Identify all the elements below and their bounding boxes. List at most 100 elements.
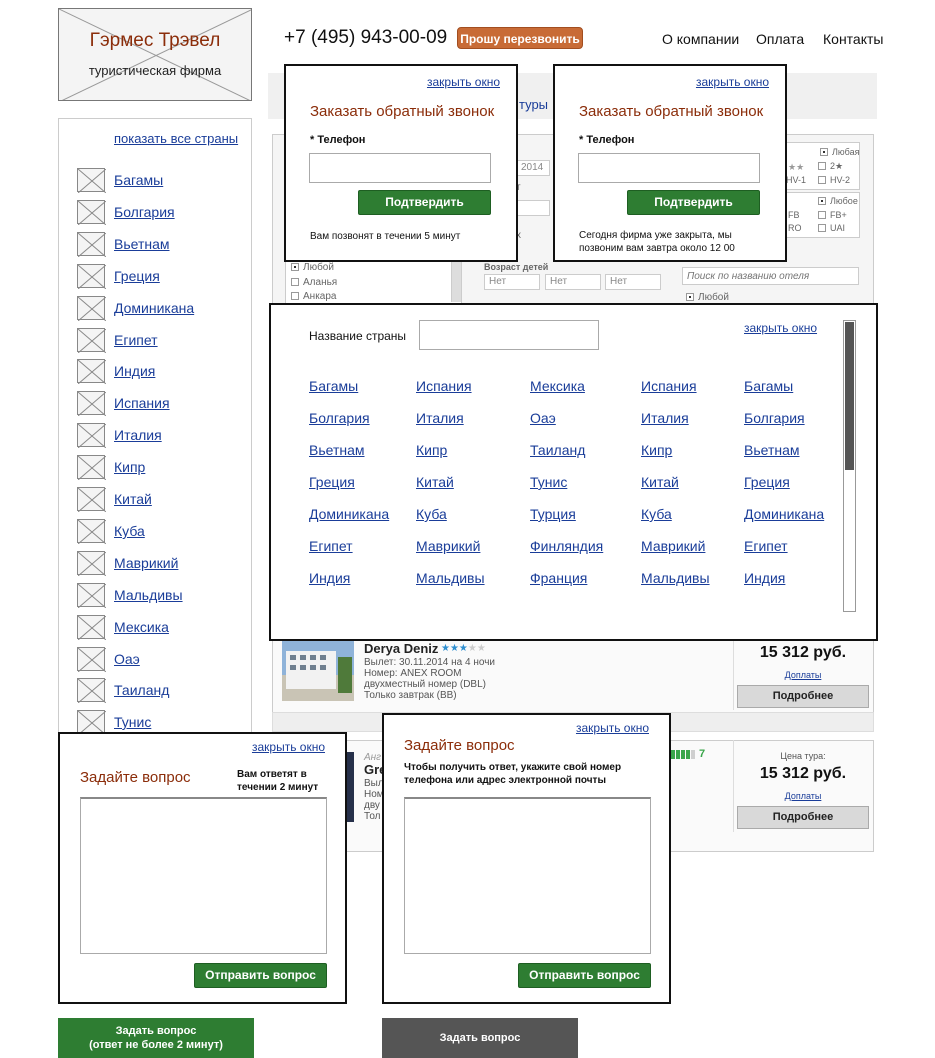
countries-grid-link[interactable]: Доминикана — [744, 506, 824, 522]
countries-grid-link[interactable]: Китай — [641, 474, 679, 490]
country-name-input[interactable] — [419, 320, 599, 350]
resort-ankara-checkbox[interactable] — [291, 292, 299, 300]
hotel-1-extras-link[interactable]: Доплаты — [737, 670, 869, 680]
sidebar-country-link[interactable]: Италия — [114, 427, 162, 443]
countries-grid-link[interactable]: Вьетнам — [309, 442, 365, 458]
callback-popup-closed-phone-input[interactable] — [578, 153, 760, 183]
question-popup-2-message-input[interactable] — [404, 797, 651, 954]
sidebar-country-link[interactable]: Оаэ — [114, 651, 140, 667]
stars-2-checkbox[interactable] — [818, 162, 826, 170]
meals-uai-checkbox[interactable] — [818, 224, 826, 232]
question-popup-1-message-input[interactable] — [80, 797, 327, 954]
input-fragment-2[interactable] — [516, 200, 550, 216]
logo[interactable]: Гэрмес Трэвел туристическая фирма — [58, 8, 252, 101]
child-age-2-select[interactable]: Нет — [545, 274, 601, 290]
sidebar-country-link[interactable]: Индия — [114, 363, 155, 379]
stars-hv2-checkbox[interactable] — [818, 176, 826, 184]
callback-popup-open-close-link[interactable]: закрыть окно — [427, 75, 500, 89]
tab-tours-fragment[interactable]: туры — [519, 97, 548, 112]
countries-grid-link[interactable]: Египет — [744, 538, 788, 554]
countries-grid-link[interactable]: Финляндия — [530, 538, 603, 554]
countries-grid-link[interactable]: Болгария — [744, 410, 805, 426]
countries-grid-link[interactable]: Кипр — [641, 442, 672, 458]
countries-grid-link[interactable]: Мексика — [530, 378, 585, 394]
hotel-2-extras-link[interactable]: Доплаты — [737, 791, 869, 801]
question-popup-2-send-button[interactable]: Отправить вопрос — [518, 963, 651, 988]
countries-grid-link[interactable]: Китай — [416, 474, 454, 490]
sidebar-country-link[interactable]: Мексика — [114, 619, 169, 635]
countries-grid-link[interactable]: Багамы — [744, 378, 793, 394]
stars-any-checkbox[interactable] — [820, 148, 828, 156]
countries-grid-link[interactable]: Индия — [309, 570, 350, 586]
child-age-1-select[interactable]: Нет — [484, 274, 540, 290]
meals-any-option[interactable]: Любое — [818, 196, 858, 206]
countries-grid-link[interactable]: Багамы — [309, 378, 358, 394]
sidebar-country-link[interactable]: Куба — [114, 523, 145, 539]
countries-grid-link[interactable]: Маврикий — [641, 538, 705, 554]
sidebar-country-link[interactable]: Таиланд — [114, 682, 169, 698]
resort-any-option[interactable]: Любой — [291, 262, 334, 273]
countries-grid-link[interactable]: Кипр — [416, 442, 447, 458]
callback-popup-closed-confirm-button[interactable]: Подтвердить — [627, 190, 760, 215]
countries-grid-link[interactable]: Доминикана — [309, 506, 389, 522]
countries-grid-link[interactable]: Маврикий — [416, 538, 480, 554]
resort-alanya-checkbox[interactable] — [291, 278, 299, 286]
hotel-search-input[interactable] — [682, 267, 859, 285]
sidebar-country-link[interactable]: Маврикий — [114, 555, 178, 571]
hotel-1-name[interactable]: Derya Deniz — [364, 641, 438, 656]
meals-fbplus-option[interactable]: FB+ — [818, 210, 847, 220]
countries-grid-link[interactable]: Тунис — [530, 474, 567, 490]
question-popup-2-close-link[interactable]: закрыть окно — [576, 721, 649, 735]
callback-popup-open-confirm-button[interactable]: Подтвердить — [358, 190, 491, 215]
countries-grid-link[interactable]: Греция — [744, 474, 790, 490]
hotel-1-details-button[interactable]: Подробнее — [737, 685, 869, 708]
ask-question-fast-button[interactable]: Задать вопрос (ответ не более 2 минут) — [58, 1018, 254, 1058]
sidebar-country-link[interactable]: Китай — [114, 491, 152, 507]
stars-any-option[interactable]: Любая — [820, 147, 859, 157]
resort-list-scrollbar[interactable] — [451, 262, 461, 302]
ask-question-button[interactable]: Задать вопрос — [382, 1018, 578, 1058]
sidebar-country-link[interactable]: Тунис — [114, 714, 151, 730]
sidebar-country-link[interactable]: Вьетнам — [114, 236, 170, 252]
countries-grid-link[interactable]: Италия — [416, 410, 464, 426]
callback-popup-closed-close-link[interactable]: закрыть окно — [696, 75, 769, 89]
countries-popup-close-link[interactable]: закрыть окно — [744, 321, 817, 335]
hotel-any-checkbox[interactable] — [686, 293, 694, 301]
nav-about[interactable]: О компании — [662, 31, 739, 47]
hotel-2-details-button[interactable]: Подробнее — [737, 806, 869, 829]
meals-any-checkbox[interactable] — [818, 197, 826, 205]
countries-grid-link[interactable]: Испания — [416, 378, 472, 394]
resort-any-checkbox[interactable] — [291, 263, 299, 271]
countries-grid-link[interactable]: Оаэ — [530, 410, 556, 426]
sidebar-country-link[interactable]: Испания — [114, 395, 170, 411]
countries-grid-link[interactable]: Египет — [309, 538, 353, 554]
sidebar-country-link[interactable]: Болгария — [114, 204, 175, 220]
countries-grid-link[interactable]: Таиланд — [530, 442, 585, 458]
hotel-2-photo-fragment[interactable] — [346, 752, 354, 822]
callback-request-button[interactable]: Прошу перезвонить — [457, 27, 583, 49]
countries-grid-link[interactable]: Италия — [641, 410, 689, 426]
resort-ankara-option[interactable]: Анкара — [291, 291, 336, 302]
hotel-1-photo[interactable] — [282, 641, 354, 701]
callback-popup-open-phone-input[interactable] — [309, 153, 491, 183]
question-popup-1-send-button[interactable]: Отправить вопрос — [194, 963, 327, 988]
show-all-countries-link[interactable]: показать все страны — [114, 131, 238, 146]
countries-grid-link[interactable]: Греция — [309, 474, 355, 490]
hotel-any-option[interactable]: Любой — [686, 292, 729, 303]
countries-grid-link[interactable]: Вьетнам — [744, 442, 800, 458]
countries-grid-link[interactable]: Куба — [416, 506, 447, 522]
nav-payment[interactable]: Оплата — [756, 31, 804, 47]
sidebar-country-link[interactable]: Багамы — [114, 172, 163, 188]
resort-alanya-option[interactable]: Аланья — [291, 277, 337, 288]
countries-grid-link[interactable]: Куба — [641, 506, 672, 522]
countries-grid-link[interactable]: Франция — [530, 570, 587, 586]
sidebar-country-link[interactable]: Мальдивы — [114, 587, 183, 603]
stars-2-option[interactable]: 2★ — [818, 161, 843, 172]
countries-grid-link[interactable]: Турция — [530, 506, 576, 522]
countries-scrollbar-thumb[interactable] — [845, 322, 854, 470]
countries-grid-link[interactable]: Мальдивы — [416, 570, 485, 586]
countries-grid-link[interactable]: Индия — [744, 570, 785, 586]
sidebar-country-link[interactable]: Египет — [114, 332, 158, 348]
sidebar-country-link[interactable]: Доминикана — [114, 300, 194, 316]
countries-grid-link[interactable]: Болгария — [309, 410, 370, 426]
